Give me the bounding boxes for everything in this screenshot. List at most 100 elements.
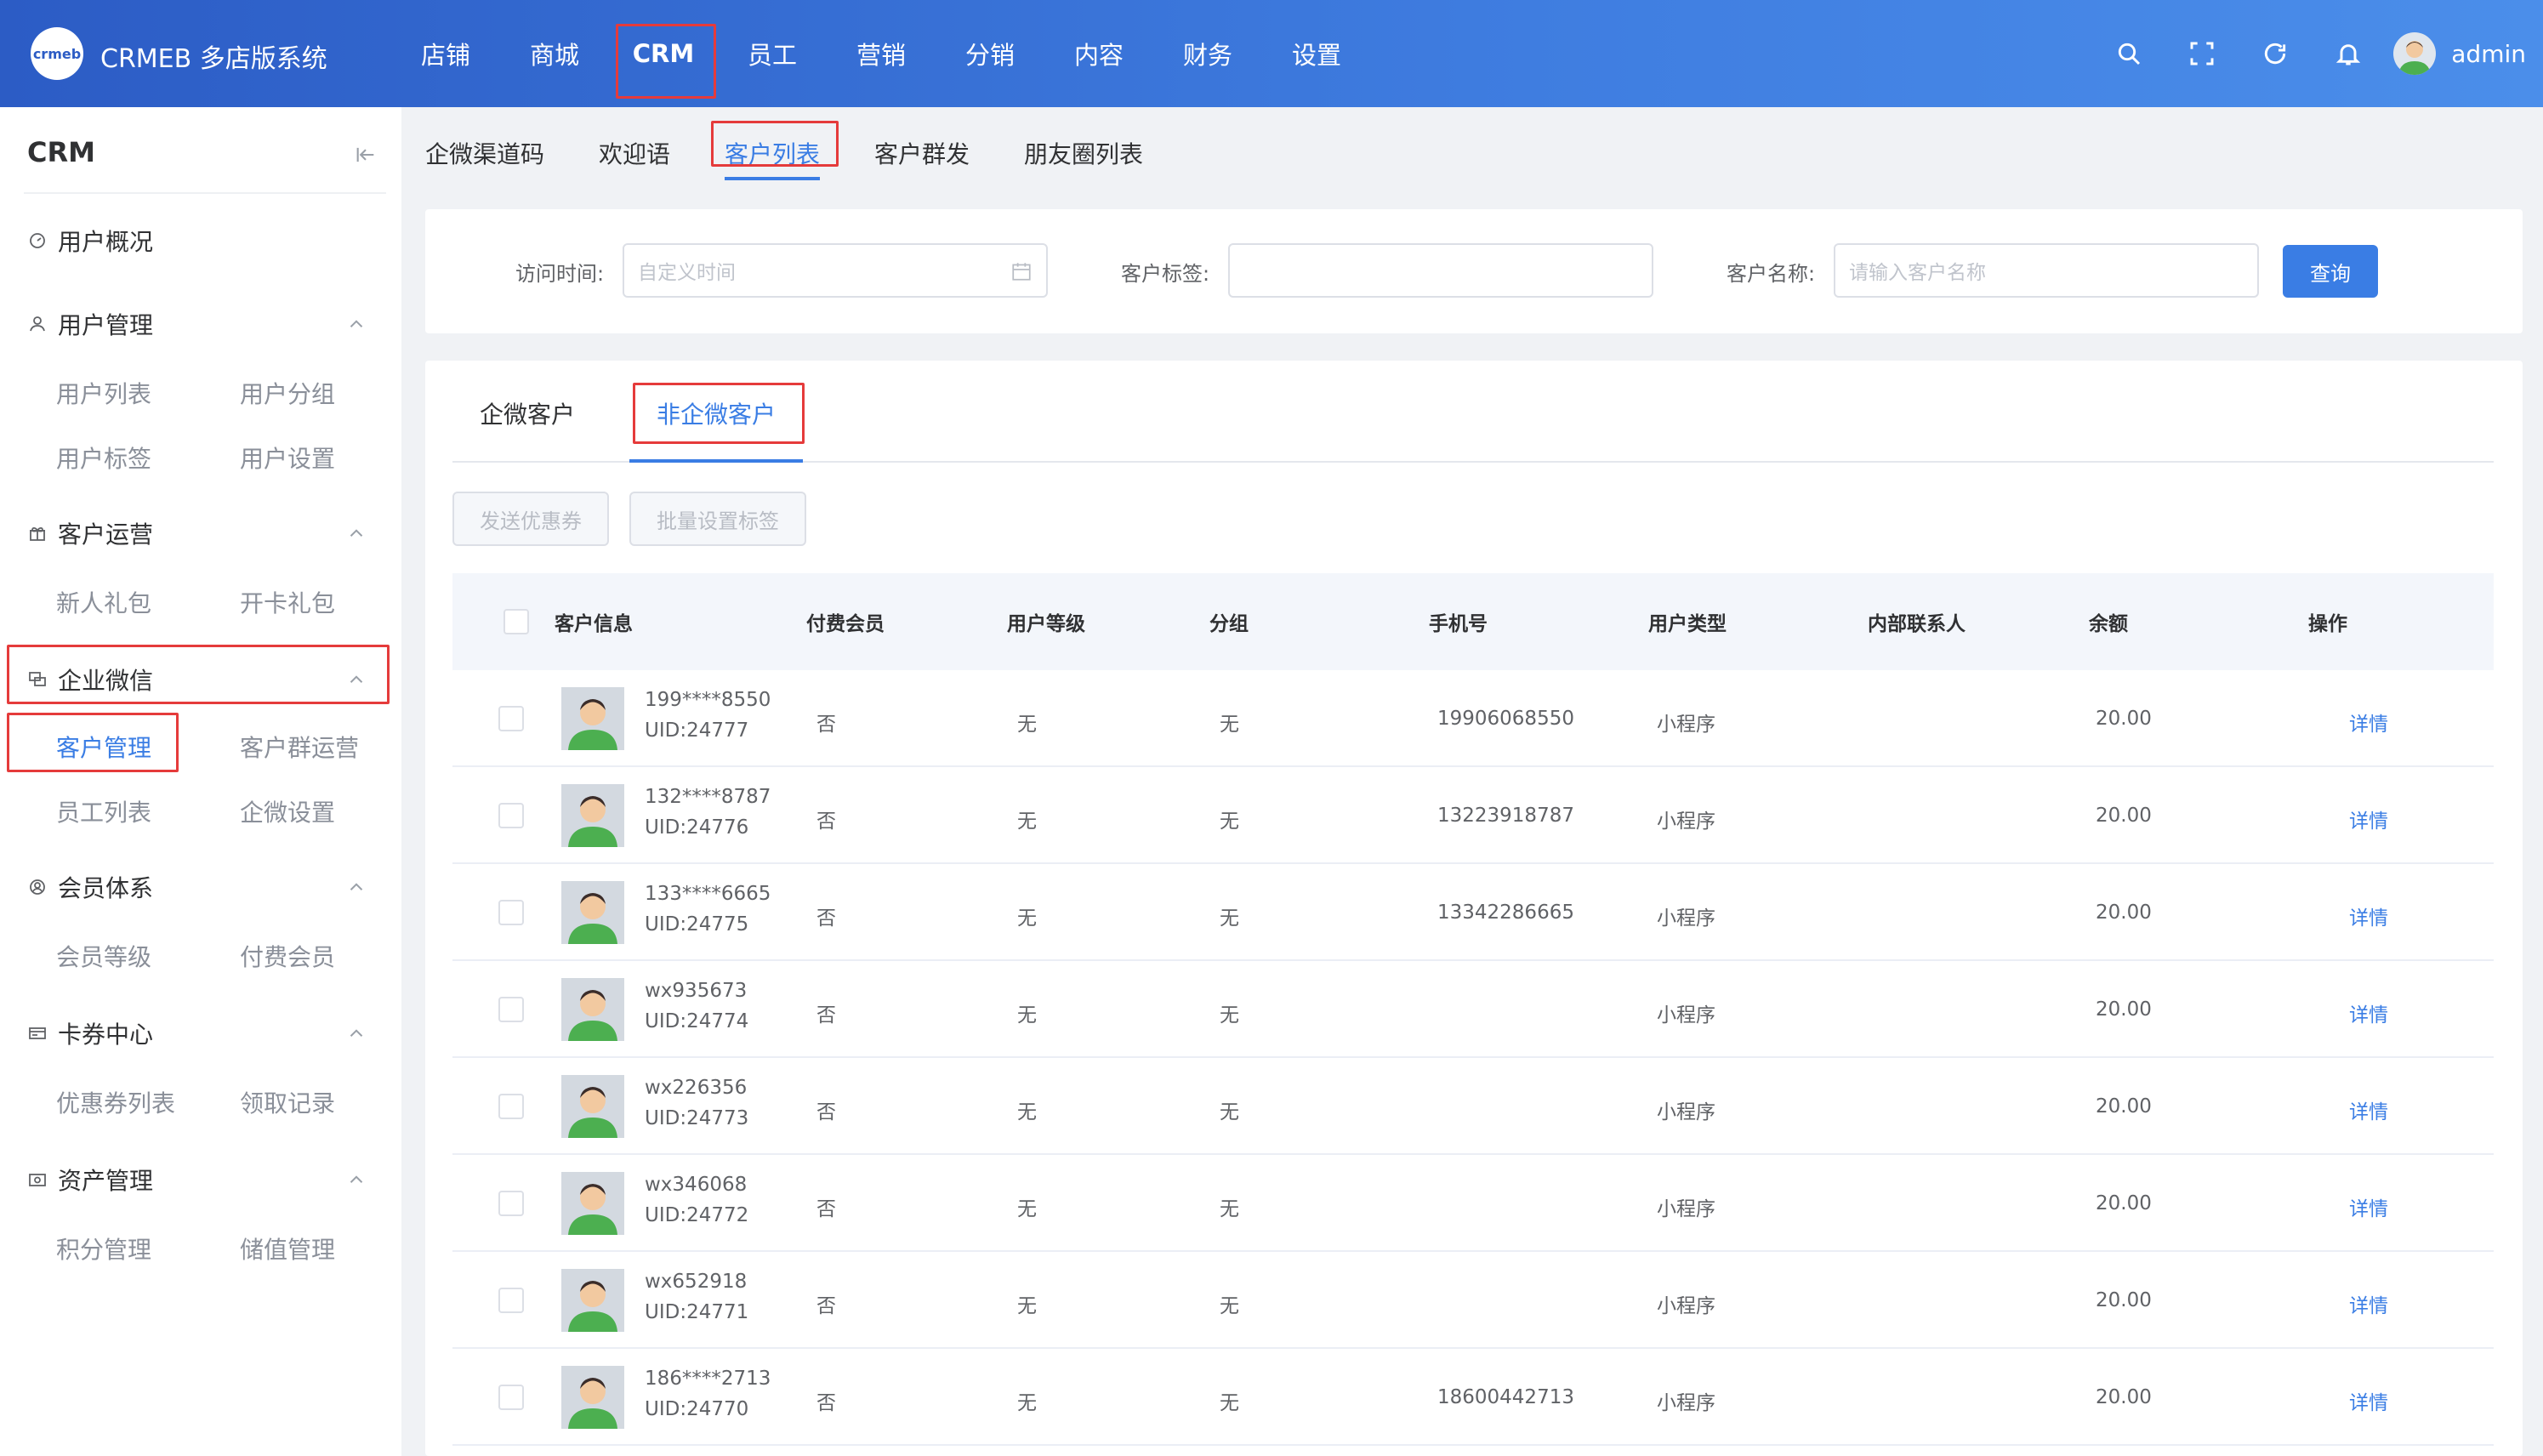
top-nav-store[interactable]: 店铺 (391, 0, 500, 107)
customer-name-input[interactable]: 请输入客户名称 (1834, 243, 2259, 298)
sidebar-item-group-ops[interactable]: 客户群运营 (240, 725, 359, 768)
row-checkbox[interactable] (498, 997, 524, 1022)
tag-label: 客户标签: (1121, 262, 1210, 286)
detail-link[interactable]: 详情 (2349, 805, 2388, 833)
detail-link[interactable]: 详情 (2349, 1289, 2388, 1318)
sidebar-item-claim-records[interactable]: 领取记录 (240, 1081, 335, 1123)
sidebar-group-user-management[interactable]: 用户管理 (26, 303, 376, 345)
table-header: 客户信息 付费会员 用户等级 分组 手机号 用户类型 内部联系人 余额 操作 (452, 573, 2494, 670)
tab-customer-list[interactable]: 客户列表 (725, 128, 820, 179)
col-phone: 手机号 (1429, 613, 1488, 635)
bell-icon[interactable] (2312, 0, 2385, 107)
sidebar-group-assets[interactable]: 资产管理 (26, 1158, 376, 1201)
paid-member-value: 否 (816, 907, 836, 930)
table-row: 132****8787 UID:24776 否 无 无 13223918787 小程序 20.… (452, 767, 2494, 864)
detail-link[interactable]: 详情 (2349, 1095, 2388, 1124)
customer-name: wx346068 (645, 1174, 748, 1196)
detail-link[interactable]: 详情 (2349, 901, 2388, 930)
sidebar-item-member-level[interactable]: 会员等级 (56, 935, 151, 977)
sidebar-item-wecom-settings[interactable]: 企微设置 (240, 790, 335, 833)
send-coupon-button[interactable]: 发送优惠券 (452, 492, 609, 546)
detail-link[interactable]: 详情 (2349, 998, 2388, 1027)
sidebar-item-coupon-list[interactable]: 优惠券列表 (56, 1081, 175, 1123)
sidebar-item-paid-member[interactable]: 付费会员 (240, 935, 335, 977)
col-customer-info: 客户信息 (555, 613, 633, 635)
paid-member-value: 否 (816, 714, 836, 736)
row-checkbox[interactable] (498, 1094, 524, 1119)
top-nav-mall[interactable]: 商城 (500, 0, 609, 107)
admin-username[interactable]: admin (2451, 40, 2526, 68)
sidebar-item-user-settings[interactable]: 用户设置 (240, 436, 335, 479)
row-checkbox[interactable] (498, 900, 524, 925)
phone-value: 18600442713 (1437, 1386, 1574, 1408)
row-checkbox[interactable] (498, 706, 524, 731)
top-nav-distribution[interactable]: 分销 (936, 0, 1044, 107)
refresh-icon[interactable] (2239, 0, 2312, 107)
top-header: crmeb CRMEB 多店版系统 店铺 商城 CRM 员工 营销 分销 内容 … (0, 0, 2543, 107)
customer-name: wx226356 (645, 1077, 748, 1099)
batch-tag-button[interactable]: 批量设置标签 (629, 492, 806, 546)
query-button[interactable]: 查询 (2283, 245, 2378, 298)
sidebar-group-wecom[interactable]: 企业微信 (26, 658, 376, 701)
customer-uid: UID:24772 (645, 1204, 749, 1226)
sidebar-group-coupons[interactable]: 卡券中心 (26, 1012, 376, 1055)
calendar-icon (1012, 263, 1031, 281)
collapse-sidebar-icon[interactable] (349, 138, 383, 172)
tab-non-wecom-customers[interactable]: 非企微客户 (657, 388, 776, 439)
col-user-level: 用户等级 (1007, 613, 1085, 635)
top-nav-finance[interactable]: 财务 (1153, 0, 1262, 107)
user-level-value: 无 (1017, 1198, 1037, 1220)
col-balance: 余额 (2089, 613, 2128, 635)
tag-select[interactable] (1228, 243, 1653, 298)
visit-time-picker[interactable]: 自定义时间 (623, 243, 1048, 298)
chevron-up-icon (350, 1029, 363, 1037)
sidebar-item-user-tags[interactable]: 用户标签 (56, 436, 151, 479)
card-icon (26, 1021, 49, 1045)
sidebar-item-label: 卡券中心 (58, 1021, 154, 1049)
sidebar-item-staff-list[interactable]: 员工列表 (56, 790, 151, 833)
avatar[interactable] (2393, 32, 2437, 75)
search-icon[interactable] (2092, 0, 2165, 107)
tab-moments[interactable]: 朋友圈列表 (1024, 128, 1143, 179)
detail-link[interactable]: 详情 (2349, 708, 2388, 737)
active-tab-indicator (725, 177, 820, 180)
customer-avatar (561, 784, 624, 847)
detail-link[interactable]: 详情 (2349, 1386, 2388, 1415)
paid-member-value: 否 (816, 810, 836, 833)
sidebar-item-stored-value[interactable]: 储值管理 (240, 1227, 335, 1270)
select-all-checkbox[interactable] (503, 609, 529, 634)
row-checkbox[interactable] (498, 803, 524, 828)
top-nav-marketing[interactable]: 营销 (827, 0, 936, 107)
sidebar-item-overview[interactable]: 用户概况 (26, 219, 376, 262)
tab-wecom-customers[interactable]: 企微客户 (480, 388, 575, 439)
paid-member-value: 否 (816, 1101, 836, 1123)
sidebar-item-points[interactable]: 积分管理 (56, 1227, 151, 1270)
customer-uid: UID:24775 (645, 913, 749, 936)
sidebar-group-customer-ops[interactable]: 客户运营 (26, 512, 376, 555)
row-checkbox[interactable] (498, 1288, 524, 1313)
sidebar-item-card-gift[interactable]: 开卡礼包 (240, 581, 335, 623)
top-nav-crm[interactable]: CRM (609, 0, 718, 107)
sidebar-item-user-group[interactable]: 用户分组 (240, 372, 335, 414)
sidebar-group-membership[interactable]: 会员体系 (26, 866, 376, 908)
row-checkbox[interactable] (498, 1385, 524, 1410)
chevron-up-icon (350, 883, 363, 890)
paid-member-value: 否 (816, 1004, 836, 1027)
customer-name: 199****8550 (645, 689, 771, 711)
active-customer-tab-indicator (629, 459, 803, 463)
top-nav-content[interactable]: 内容 (1044, 0, 1153, 107)
customer-name: 132****8787 (645, 786, 771, 808)
tab-channel-code[interactable]: 企微渠道码 (425, 128, 544, 179)
group-value: 无 (1220, 1392, 1239, 1414)
tab-welcome[interactable]: 欢迎语 (599, 128, 670, 179)
tab-mass-send[interactable]: 客户群发 (874, 128, 970, 179)
detail-link[interactable]: 详情 (2349, 1192, 2388, 1221)
top-nav-settings[interactable]: 设置 (1262, 0, 1371, 107)
sidebar-item-user-list[interactable]: 用户列表 (56, 372, 151, 414)
table-row: 199****8550 UID:24777 否 无 无 19906068550 小程序 20.… (452, 670, 2494, 767)
sidebar-item-new-gift[interactable]: 新人礼包 (56, 581, 151, 623)
top-nav-staff[interactable]: 员工 (718, 0, 827, 107)
row-checkbox[interactable] (498, 1191, 524, 1216)
fullscreen-icon[interactable] (2165, 0, 2239, 107)
sidebar-item-customer-management[interactable]: 客户管理 (56, 725, 151, 768)
